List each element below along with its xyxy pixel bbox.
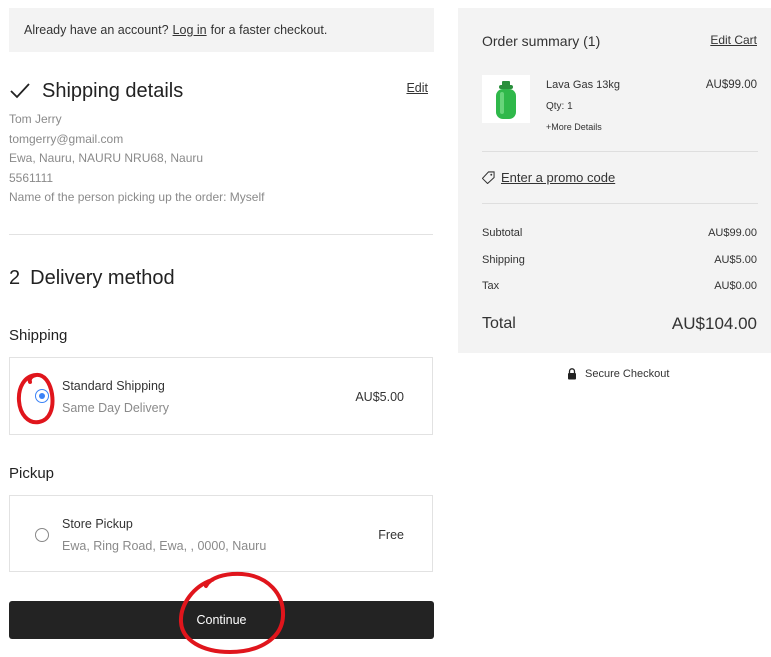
tax-value: AU$0.00 bbox=[714, 280, 757, 292]
login-prompt-text: Already have an account? bbox=[24, 23, 169, 37]
shipping-details-header: Shipping details Edit bbox=[9, 78, 434, 104]
tax-label: Tax bbox=[482, 280, 500, 292]
shipping-details-info: Tom Jerry tomgerry@gmail.com Ewa, Nauru,… bbox=[9, 110, 264, 208]
standard-shipping-option[interactable]: Standard Shipping Same Day Delivery AU$5… bbox=[9, 357, 433, 435]
option-subtitle: Same Day Delivery bbox=[62, 401, 169, 415]
customer-name: Tom Jerry bbox=[9, 112, 62, 126]
product-quantity: Qty: 1 bbox=[546, 101, 573, 112]
section-divider bbox=[9, 234, 433, 235]
step-number: 2 bbox=[9, 267, 21, 289]
subtotal-label: Subtotal bbox=[482, 227, 523, 239]
subtotal-value: AU$99.00 bbox=[708, 227, 757, 239]
shipping-group-label: Shipping bbox=[9, 327, 68, 344]
total-value: AU$104.00 bbox=[671, 314, 757, 333]
promo-code-link[interactable]: Enter a promo code bbox=[482, 170, 615, 185]
option-subtitle: Ewa, Ring Road, Ewa, , 0000, Nauru bbox=[62, 539, 267, 553]
promo-code-label: Enter a promo code bbox=[501, 170, 616, 185]
option-price: Free bbox=[378, 528, 404, 542]
product-price: AU$99.00 bbox=[705, 79, 757, 91]
product-name[interactable]: Lava Gas 13kg bbox=[546, 79, 620, 91]
pickup-person: Name of the person picking up the order:… bbox=[9, 190, 265, 204]
edit-shipping-link[interactable]: Edit bbox=[406, 81, 428, 95]
login-banner: Already have an account? Log in for a fa… bbox=[9, 8, 434, 52]
summary-divider bbox=[482, 203, 758, 204]
option-price: AU$5.00 bbox=[355, 390, 404, 404]
more-details-link[interactable]: +More Details bbox=[546, 122, 602, 132]
pickup-group-label: Pickup bbox=[9, 465, 55, 482]
customer-phone: 5561111 bbox=[9, 170, 54, 185]
secure-checkout: Secure Checkout bbox=[567, 368, 669, 380]
checkmark-icon bbox=[10, 83, 30, 99]
tag-icon bbox=[482, 171, 495, 184]
order-summary-title: Order summary (1) bbox=[482, 33, 601, 49]
login-link[interactable]: Log in bbox=[173, 23, 207, 37]
standard-shipping-radio[interactable] bbox=[35, 389, 49, 403]
lock-icon bbox=[568, 368, 576, 380]
customer-address: Ewa, Nauru, NAURU NRU68, Nauru bbox=[9, 151, 204, 165]
shipping-value: AU$5.00 bbox=[714, 254, 757, 266]
product-image[interactable] bbox=[482, 75, 530, 123]
gas-cylinder-image bbox=[496, 81, 516, 119]
option-name: Store Pickup bbox=[62, 517, 133, 531]
edit-cart-link[interactable]: Edit Cart bbox=[710, 33, 757, 47]
delivery-method-label: Delivery method bbox=[30, 267, 175, 289]
option-name: Standard Shipping bbox=[62, 379, 165, 393]
total-label: Total bbox=[482, 315, 516, 332]
shipping-details-title: Shipping details bbox=[42, 80, 184, 102]
summary-divider bbox=[482, 151, 758, 152]
continue-button[interactable]: Continue bbox=[9, 601, 434, 639]
shipping-label: Shipping bbox=[482, 254, 525, 266]
store-pickup-option[interactable]: Store Pickup Ewa, Ring Road, Ewa, , 0000… bbox=[9, 495, 433, 572]
login-suffix-text: for a faster checkout. bbox=[210, 23, 328, 37]
customer-email: tomgerry@gmail.com bbox=[9, 131, 124, 146]
order-summary-panel: Order summary (1) Edit Cart Lava Gas 13k… bbox=[458, 8, 771, 353]
secure-checkout-label: Secure Checkout bbox=[585, 368, 670, 380]
delivery-method-title: 2 Delivery method bbox=[9, 267, 175, 290]
store-pickup-radio[interactable] bbox=[35, 528, 49, 542]
